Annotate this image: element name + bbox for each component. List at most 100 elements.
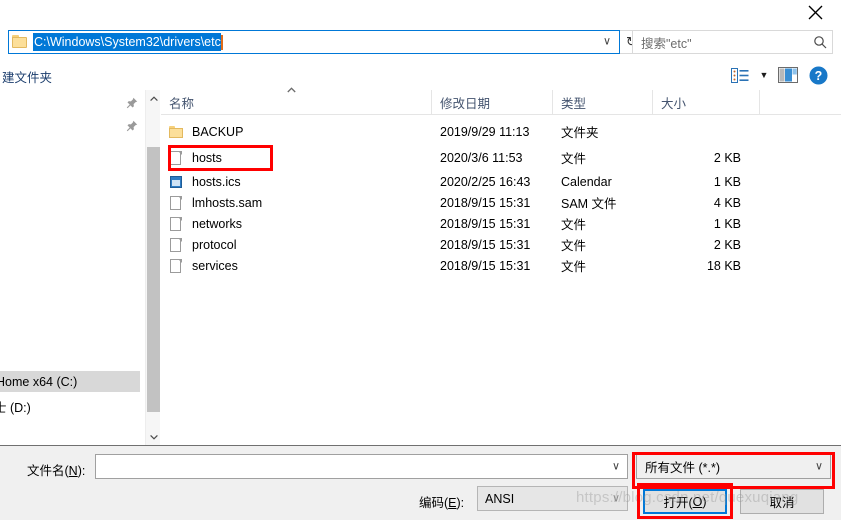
file-date-cell: 2019/9/29 11:13: [440, 124, 530, 139]
cancel-button-label: 取消: [769, 496, 795, 510]
search-placeholder: 搜索"etc": [641, 36, 692, 51]
file-type-cell: 文件: [561, 218, 587, 232]
file-name-label: networks: [192, 216, 243, 231]
table-row[interactable]: BACKUP 2019/9/29 11:13 文件夹: [161, 121, 841, 142]
sidebar-item-label: Home x64 (C:): [0, 374, 78, 389]
pin-icon[interactable]: [126, 120, 138, 134]
table-row[interactable]: lmhosts.sam 2018/9/15 15:31 SAM 文件 4 KB: [161, 192, 841, 213]
table-row[interactable]: networks 2018/9/15 15:31 文件 1 KB: [161, 213, 841, 234]
encoding-value: ANSI: [485, 491, 515, 506]
file-name-cell: services: [169, 255, 238, 276]
file-type-cell: SAM 文件: [561, 197, 617, 211]
text-cursor: [220, 34, 223, 50]
scroll-down-arrow-icon[interactable]: [146, 428, 161, 445]
file-size-cell: 1 KB: [713, 174, 741, 189]
address-bar[interactable]: C:\Windows\System32\drivers\etc ∨: [8, 30, 620, 54]
sidebar-item-drive-d[interactable]: 士 (D:): [0, 396, 140, 417]
help-button[interactable]: ?: [803, 63, 833, 87]
scrollbar-thumb[interactable]: [147, 147, 160, 412]
file-name-label: lmhosts.sam: [192, 195, 263, 210]
file-date-cell: 2018/9/15 15:31: [440, 237, 531, 252]
scroll-up-arrow-icon[interactable]: [146, 90, 161, 107]
file-size-cell: [651, 121, 741, 142]
navigation-pane: Home x64 (C:) 士 (D:): [0, 90, 140, 445]
table-row[interactable]: hosts.ics 2020/2/25 16:43 Calendar 1 KB: [161, 171, 841, 192]
file-open-dialog: C:\Windows\System32\drivers\etc ∨ ↻ 搜索"e…: [0, 0, 841, 520]
open-button[interactable]: 打开(O): [643, 489, 727, 514]
file-name-label: hosts.ics: [192, 174, 241, 189]
sort-ascending-icon: [287, 86, 296, 95]
toolbar-icon-group: ▼ ?: [725, 63, 833, 87]
column-header-date-label: 修改日期: [440, 96, 491, 111]
file-name-label: protocol: [192, 237, 237, 252]
table-row[interactable]: services 2018/9/15 15:31 文件 18 KB: [161, 255, 841, 276]
file-type-cell: 文件夹: [561, 126, 599, 140]
view-mode-dropdown-button[interactable]: ▼: [755, 63, 773, 87]
encoding-select[interactable]: ANSI ∨: [477, 486, 628, 511]
file-date-cell: 2020/2/25 16:43: [440, 174, 531, 189]
file-icon: [169, 237, 183, 253]
address-path-text: C:\Windows\System32\drivers\etc: [33, 33, 221, 51]
chevron-down-icon: ▼: [759, 70, 769, 80]
file-size-cell: 1 KB: [713, 216, 741, 231]
file-name-label: hosts: [192, 150, 222, 165]
view-list-icon: [731, 67, 749, 83]
sidebar-item-drive-c[interactable]: Home x64 (C:): [0, 371, 140, 392]
title-bar: [0, 0, 841, 25]
file-list-pane: 名称 修改日期 类型 大小 BACKUP 2019/9/29 11:13 文件夹…: [161, 87, 841, 445]
filename-label: 文件名(N):: [27, 464, 86, 478]
file-name-label: BACKUP: [192, 124, 244, 139]
file-size-cell: 2 KB: [713, 237, 741, 252]
file-name-cell: networks: [169, 213, 242, 234]
view-mode-button[interactable]: [725, 63, 755, 87]
column-header-date[interactable]: 修改日期: [432, 90, 553, 114]
table-row[interactable]: protocol 2018/9/15 15:31 文件 2 KB: [161, 234, 841, 255]
file-name-cell: hosts: [169, 147, 222, 168]
pin-icon[interactable]: [126, 97, 138, 111]
column-header-name-label: 名称: [169, 96, 195, 111]
cancel-button[interactable]: 取消: [740, 489, 824, 514]
new-folder-button[interactable]: 建文件夹: [2, 67, 52, 86]
filename-input[interactable]: ∨: [95, 454, 628, 479]
filetype-select[interactable]: 所有文件 (*.*) ∨: [636, 454, 831, 479]
search-icon: [808, 35, 832, 49]
close-button[interactable]: [797, 0, 833, 25]
column-header-type-label: 类型: [561, 96, 587, 111]
file-name-cell: hosts.ics: [169, 171, 241, 192]
filename-dropdown-chevron-icon[interactable]: ∨: [612, 461, 620, 472]
folder-icon: [169, 124, 183, 140]
file-date-cell: 2018/9/15 15:31: [440, 216, 531, 231]
calendar-icon: [169, 174, 183, 190]
column-headers: 名称 修改日期 类型 大小: [161, 87, 841, 115]
file-type-cell: 文件: [561, 260, 587, 274]
svg-text:?: ?: [814, 69, 822, 83]
dialog-body: Home x64 (C:) 士 (D:) 名称 修改日期 类型 大小 BACKU…: [0, 87, 841, 445]
file-name-cell: lmhosts.sam: [169, 192, 262, 213]
file-type-cell: 文件: [561, 152, 587, 166]
table-row[interactable]: hosts 2020/3/6 11:53 文件 2 KB: [161, 147, 841, 168]
toolbar: 建文件夹 ▼ ?: [0, 60, 841, 90]
file-type-cell: Calendar: [561, 174, 612, 189]
folder-icon: [12, 35, 28, 49]
preview-pane-icon: [778, 67, 798, 83]
file-icon: [169, 150, 183, 166]
column-header-type[interactable]: 类型: [553, 90, 653, 114]
file-size-cell: 18 KB: [706, 258, 741, 273]
file-date-cell: 2020/3/6 11:53: [440, 150, 523, 165]
file-name-cell: BACKUP: [169, 121, 243, 142]
encoding-chevron-down-icon: ∨: [611, 492, 620, 504]
search-input[interactable]: 搜索"etc": [632, 30, 833, 54]
file-date-cell: 2018/9/15 15:31: [440, 195, 531, 210]
help-icon: ?: [809, 66, 827, 84]
filetype-chevron-down-icon: ∨: [814, 460, 823, 472]
file-icon: [169, 195, 183, 211]
address-row: C:\Windows\System32\drivers\etc ∨ ↻ 搜索"e…: [0, 28, 841, 56]
column-header-size-label: 大小: [661, 96, 687, 111]
address-dropdown-chevron-icon[interactable]: ∨: [603, 36, 611, 48]
file-icon: [169, 258, 183, 274]
column-header-name[interactable]: 名称: [161, 87, 432, 114]
file-name-cell: protocol: [169, 234, 236, 255]
column-header-size[interactable]: 大小: [653, 90, 760, 114]
navigation-scrollbar[interactable]: [145, 90, 160, 445]
preview-pane-button[interactable]: [773, 63, 803, 87]
